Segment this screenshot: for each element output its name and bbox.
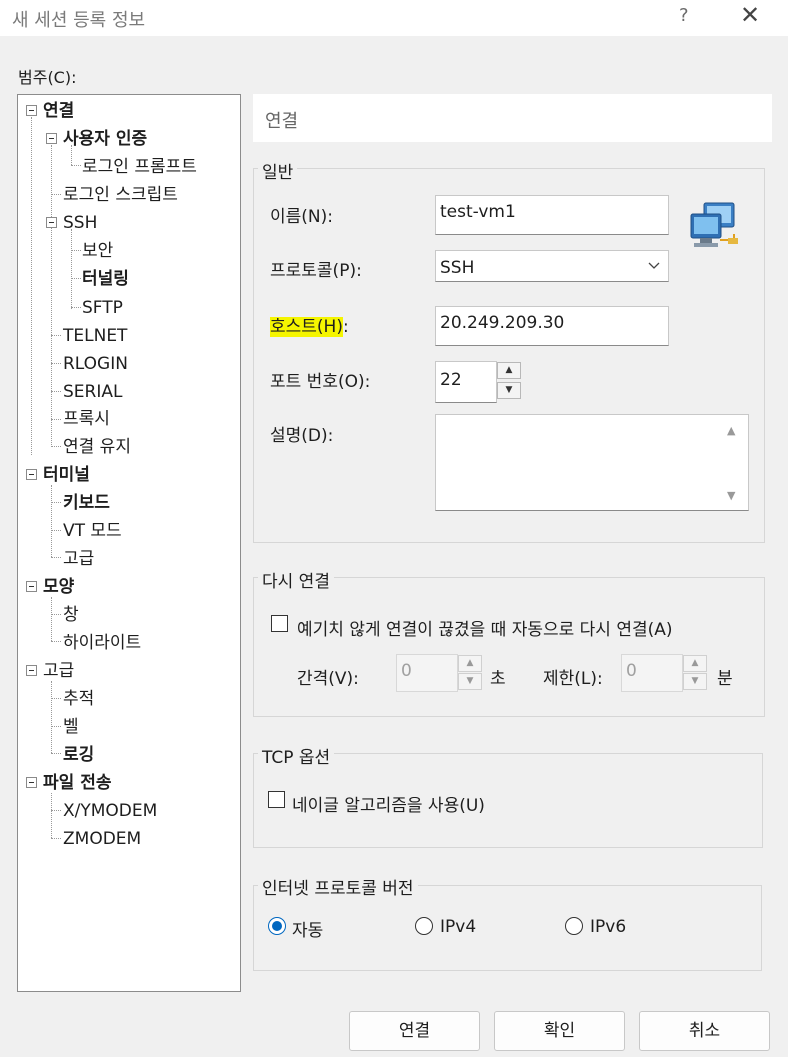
- protocol-select[interactable]: SSH: [435, 250, 669, 282]
- name-label: 이름(N):: [270, 207, 333, 227]
- tree-item-proxy[interactable]: 프록시: [63, 409, 110, 429]
- ok-button[interactable]: 확인: [494, 1011, 625, 1051]
- ip-version-group-title: 인터넷 프로토콜 버전: [258, 874, 418, 899]
- close-button[interactable]: ✕: [740, 1, 760, 29]
- network-icon: [690, 202, 738, 247]
- host-label-text: 호스트(H): [270, 317, 343, 337]
- tree-item-zmodem[interactable]: ZMODEM: [63, 829, 141, 849]
- tree-item-user-auth[interactable]: 사용자 인증: [63, 129, 147, 149]
- limit-input[interactable]: 0: [621, 654, 683, 692]
- tree-item-login-script[interactable]: 로그인 스크립트: [63, 185, 178, 205]
- protocol-label: 프로토콜(P):: [270, 261, 362, 281]
- nagle-label: 네이글 알고리즘을 사용(U): [292, 796, 485, 816]
- ipv4-label: IPv4: [440, 917, 477, 937]
- tree-item-logging[interactable]: 로깅: [63, 745, 94, 765]
- collapse-icon[interactable]: [26, 581, 37, 592]
- port-spinner[interactable]: ▲ ▼: [497, 362, 521, 402]
- nagle-checkbox[interactable]: [268, 791, 285, 808]
- name-input[interactable]: test-vm1: [435, 195, 669, 235]
- tree-item-ssh[interactable]: SSH: [63, 213, 97, 233]
- category-label: 범주(C):: [18, 68, 77, 87]
- tree-item-keyboard[interactable]: 키보드: [63, 493, 110, 513]
- host-label: 호스트(H):: [270, 312, 349, 337]
- tree-item-xymodem[interactable]: X/YMODEM: [63, 801, 157, 821]
- auto-reconnect-label: 예기치 않게 연결이 끊겼을 때 자동으로 다시 연결(A): [297, 620, 673, 640]
- reconnect-group-title: 다시 연결: [258, 567, 334, 592]
- collapse-icon[interactable]: [26, 105, 37, 116]
- protocol-value: SSH: [440, 258, 475, 278]
- spin-down-icon[interactable]: ▼: [497, 382, 521, 399]
- limit-spinner[interactable]: ▲ ▼: [683, 655, 707, 692]
- ipv4-radio[interactable]: [415, 917, 433, 935]
- description-label: 설명(D):: [270, 426, 334, 446]
- tree-item-bell[interactable]: 벨: [63, 717, 79, 737]
- tree-item-security[interactable]: 보안: [82, 241, 113, 261]
- limit-label: 제한(L):: [543, 669, 603, 689]
- collapse-icon[interactable]: [26, 469, 37, 480]
- ipv6-radio[interactable]: [565, 917, 583, 935]
- interval-spinner[interactable]: ▲ ▼: [458, 655, 482, 692]
- ipv6-label: IPv6: [590, 917, 627, 937]
- tree-item-vt-mode[interactable]: VT 모드: [63, 521, 122, 541]
- tree-item-advanced[interactable]: 고급: [43, 661, 74, 681]
- tree-item-terminal-advanced[interactable]: 고급: [63, 549, 94, 569]
- host-input[interactable]: 20.249.209.30: [435, 306, 669, 346]
- auto-reconnect-checkbox[interactable]: [271, 615, 288, 632]
- ip-auto-label: 자동: [292, 921, 324, 941]
- help-button[interactable]: ?: [679, 5, 689, 26]
- panel-title: 연결: [265, 111, 299, 132]
- host-label-colon: :: [342, 317, 349, 337]
- tree-item-window[interactable]: 창: [63, 605, 79, 625]
- tree-item-rlogin[interactable]: RLOGIN: [63, 354, 128, 374]
- collapse-icon[interactable]: [26, 665, 37, 676]
- tree-item-highlight[interactable]: 하이라이트: [63, 633, 141, 653]
- scroll-up-icon[interactable]: ▲: [727, 424, 735, 437]
- port-input[interactable]: 22: [435, 361, 497, 403]
- spin-up-icon[interactable]: ▲: [497, 362, 521, 379]
- collapse-icon[interactable]: [26, 777, 37, 788]
- panel-header: [253, 94, 772, 142]
- limit-unit: 분: [717, 669, 733, 689]
- reconnect-group: [253, 577, 765, 717]
- tree-item-telnet[interactable]: TELNET: [63, 326, 127, 346]
- spin-up-icon[interactable]: ▲: [683, 655, 707, 672]
- chevron-down-icon: [648, 262, 660, 269]
- tree-item-connection[interactable]: 연결: [43, 101, 74, 121]
- ip-auto-radio[interactable]: [268, 917, 286, 935]
- collapse-icon[interactable]: [46, 133, 57, 144]
- tree-item-keepalive[interactable]: 연결 유지: [63, 437, 131, 457]
- tree-item-trace[interactable]: 추적: [63, 689, 94, 709]
- general-group-title: 일반: [258, 158, 298, 183]
- tree-item-file-transfer[interactable]: 파일 전송: [43, 773, 111, 793]
- spin-down-icon[interactable]: ▼: [683, 673, 707, 690]
- cancel-button[interactable]: 취소: [639, 1011, 770, 1051]
- tree-item-sftp[interactable]: SFTP: [82, 298, 123, 318]
- interval-unit: 초: [490, 669, 506, 689]
- spin-up-icon[interactable]: ▲: [458, 655, 482, 672]
- connect-button[interactable]: 연결: [349, 1011, 480, 1051]
- interval-label: 간격(V):: [297, 669, 359, 689]
- interval-input[interactable]: 0: [396, 654, 458, 692]
- collapse-icon[interactable]: [46, 217, 57, 228]
- description-textarea[interactable]: [435, 414, 749, 511]
- tcp-group-title: TCP 옵션: [258, 743, 335, 768]
- port-label: 포트 번호(O):: [270, 372, 371, 392]
- spin-down-icon[interactable]: ▼: [458, 673, 482, 690]
- category-tree[interactable]: 연결 사용자 인증 로그인 프롬프트 로그인 스크립트 SSH 보안 터널링 S…: [17, 94, 241, 992]
- tree-item-terminal[interactable]: 터미널: [43, 465, 90, 485]
- tree-item-serial[interactable]: SERIAL: [63, 382, 122, 402]
- tree-item-login-prompt[interactable]: 로그인 프롬프트: [82, 157, 197, 177]
- window-title: 새 세션 등록 정보: [12, 10, 146, 31]
- scroll-down-icon[interactable]: ▼: [727, 489, 735, 502]
- tree-item-tunneling[interactable]: 터널링: [82, 269, 129, 289]
- tree-item-appearance[interactable]: 모양: [43, 577, 74, 597]
